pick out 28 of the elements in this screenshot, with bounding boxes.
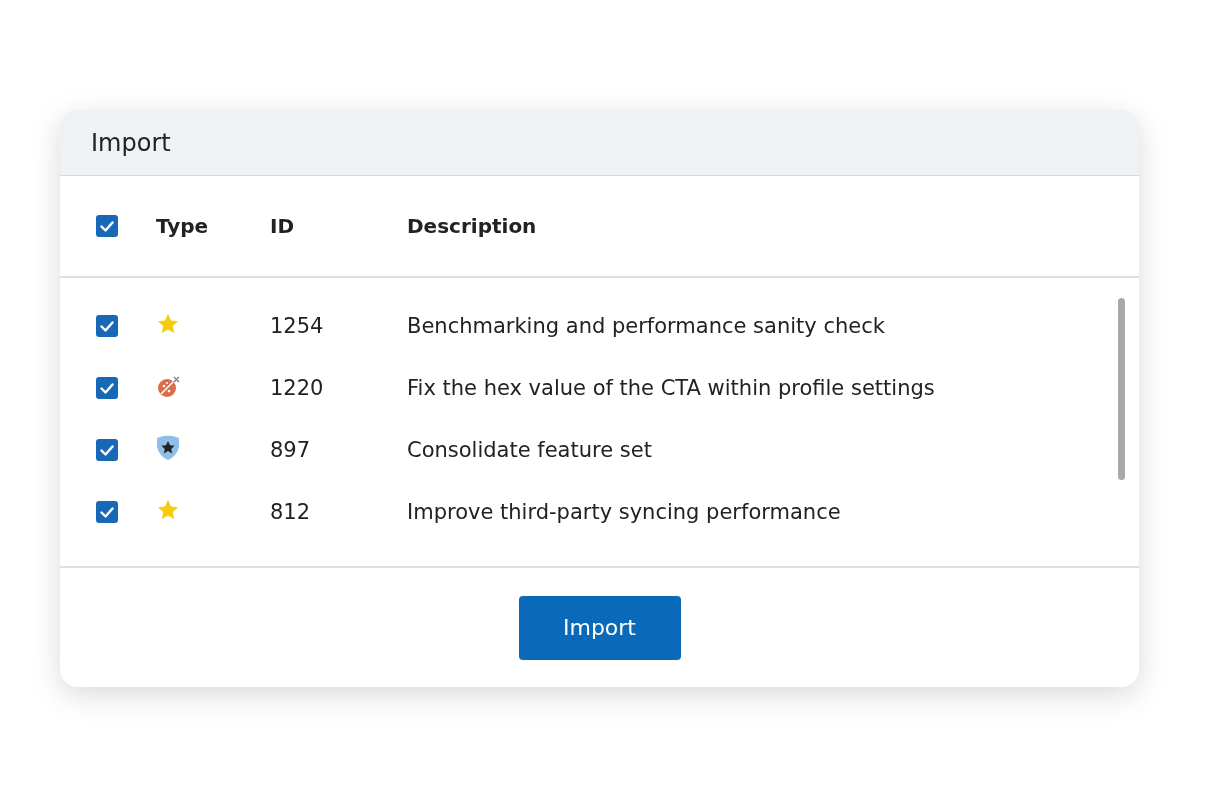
ladybug-icon: [156, 373, 182, 399]
column-header: Description: [407, 214, 537, 238]
checkmark-icon: [100, 506, 114, 518]
id-cell-text: 1220: [270, 376, 325, 400]
checkmark-icon: [100, 220, 114, 232]
star-icon: [156, 498, 180, 522]
checkbox[interactable]: [96, 439, 118, 461]
id-cell-text: 812: [270, 500, 312, 524]
checkmark-icon: [100, 320, 114, 332]
description-cell: Benchmarking and performance sanity check: [407, 314, 885, 338]
checkbox[interactable]: [96, 501, 118, 523]
column-header: ID: [270, 214, 296, 238]
checkbox[interactable]: [96, 315, 118, 337]
description-cell: Consolidate feature set: [407, 438, 652, 462]
id-cell-text: 1254: [270, 314, 325, 338]
dialog-title: Import: [91, 128, 171, 157]
description-cell: Fix the hex value of the CTA within profile settings: [407, 376, 935, 400]
column-header: Type: [156, 214, 210, 238]
checkmark-icon: [100, 382, 114, 394]
id-cell-text: 897: [270, 438, 312, 462]
scrollbar[interactable]: [1118, 298, 1125, 480]
star-icon: [156, 312, 180, 336]
checkmark-icon: [100, 444, 114, 456]
shield-star-icon: [156, 435, 180, 461]
checkbox[interactable]: [96, 215, 118, 237]
import-button[interactable]: Import: [518, 595, 681, 660]
description-cell: Improve third-party syncing performance: [407, 500, 841, 524]
checkbox[interactable]: [96, 377, 118, 399]
